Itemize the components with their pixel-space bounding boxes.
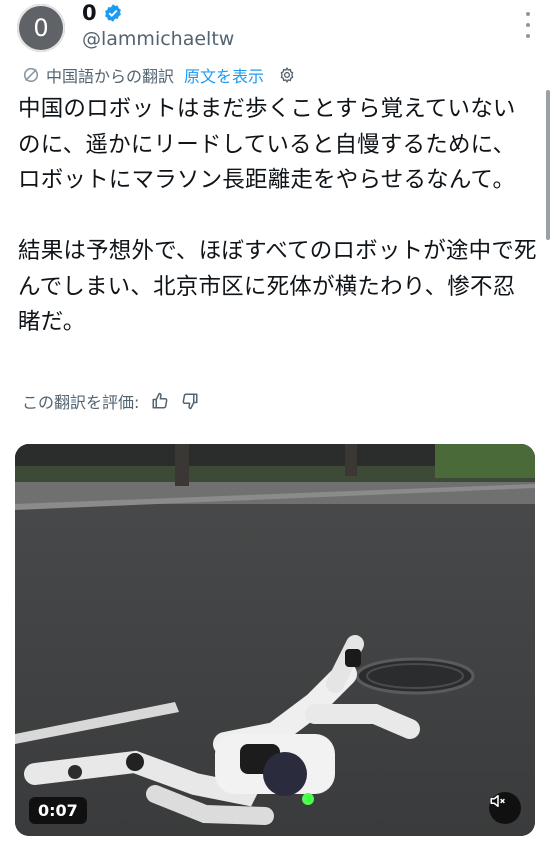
translation-source-label: 中国語からの翻訳 [46,67,175,86]
rate-translation-label: この翻訳を評価: [22,393,140,412]
video-time: 0:07 [29,797,87,824]
scrollbar[interactable] [546,90,550,240]
mute-icon[interactable] [489,792,521,824]
display-name[interactable]: 0 [82,1,97,25]
author-name-row: 0 [82,0,123,26]
video-player[interactable]: 0:07 [15,444,535,836]
handle[interactable]: @lammichaeltw [82,28,234,50]
gear-icon[interactable] [278,66,296,84]
verified-badge-icon [104,4,121,22]
show-original-link[interactable]: 原文を表示 [184,63,264,87]
avatar-letter: 0 [33,14,49,42]
thumbs-up-icon[interactable] [151,392,169,410]
rate-translation-bar: この翻訳を評価: [22,389,199,413]
thumbs-down-icon[interactable] [181,392,199,410]
translate-icon [23,67,39,83]
avatar[interactable]: 0 [17,4,65,52]
tweet-text: 中国のロボットはまだ歩くことすら覚えていないのに、遥かにリードしていると自慢する… [18,96,537,335]
video-frame [15,444,535,836]
more-options-icon[interactable] [524,12,532,38]
translation-bar: 中国語からの翻訳 原文を表示 [22,63,296,87]
